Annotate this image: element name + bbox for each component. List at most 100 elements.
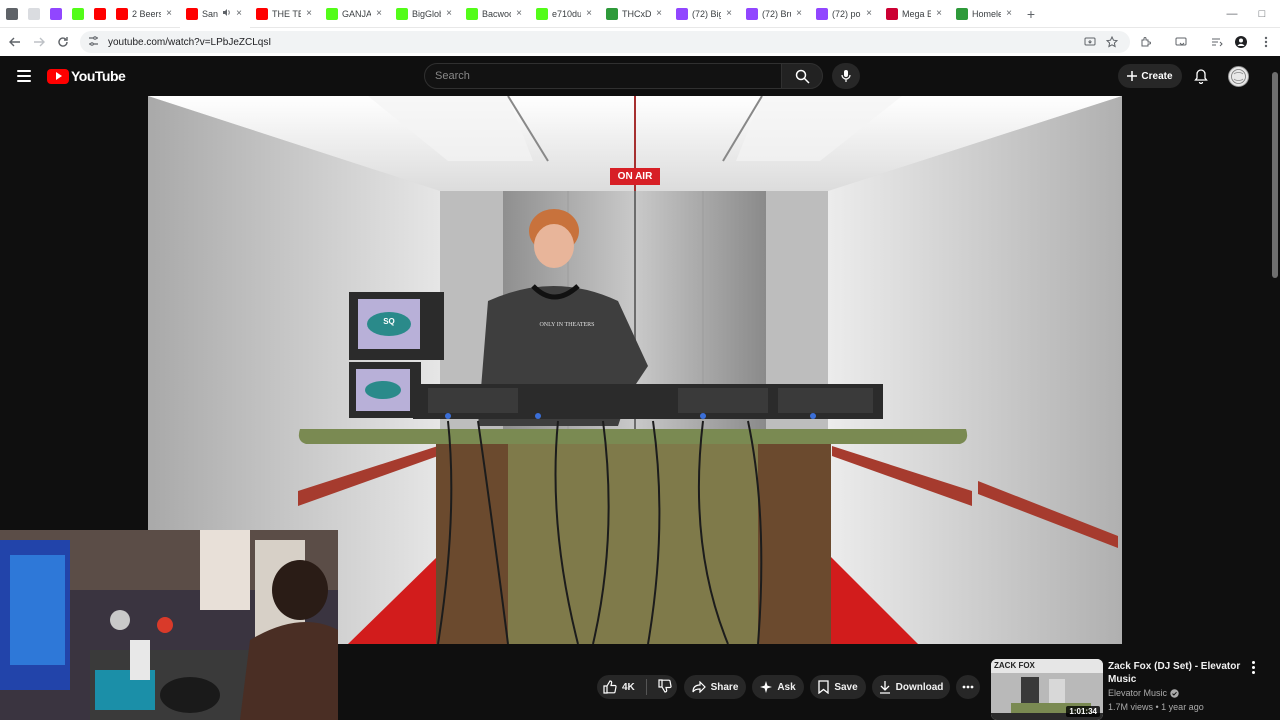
restore-icon[interactable]: □	[1244, 0, 1280, 28]
channel-name: Elevator Music	[1108, 688, 1168, 698]
download-icon	[879, 681, 890, 694]
site-info-icon[interactable]	[88, 35, 102, 49]
plus-icon	[1127, 71, 1138, 81]
youtube-icon	[116, 7, 128, 20]
browser-tab[interactable]: 2 Beers ×	[110, 0, 180, 28]
dislike-button[interactable]	[658, 678, 672, 696]
microphone-icon	[841, 70, 851, 82]
close-tab-icon[interactable]: ×	[864, 8, 874, 19]
extensions-icon[interactable]	[1134, 30, 1158, 54]
tab-title: Mega E	[902, 8, 931, 19]
up-next-more-icon[interactable]	[1247, 660, 1259, 674]
tab-title: (72) po	[832, 8, 861, 19]
browser-tab[interactable]: Mega E ×	[880, 0, 950, 28]
verified-icon	[1170, 688, 1179, 698]
close-tab-icon[interactable]: ×	[934, 8, 944, 19]
close-tab-icon[interactable]: ×	[654, 8, 664, 19]
speaker-icon[interactable]	[222, 8, 231, 19]
close-tab-icon[interactable]: ×	[1004, 8, 1014, 19]
browser-tab[interactable]: Homele ×	[950, 0, 1020, 28]
kick-icon	[326, 7, 338, 20]
close-tab-icon[interactable]: ×	[304, 8, 314, 19]
reload-icon[interactable]	[51, 30, 75, 54]
download-label: Download	[895, 681, 944, 693]
close-tab-icon[interactable]: ×	[724, 8, 734, 19]
forward-icon[interactable]	[27, 30, 51, 54]
back-icon[interactable]	[3, 30, 27, 54]
up-next-thumb-text: ZACK FOX	[994, 661, 1035, 670]
user-avatar[interactable]	[1228, 66, 1249, 87]
kick-icon	[72, 7, 84, 20]
youtube-icon	[94, 7, 106, 20]
search-button[interactable]	[781, 63, 823, 89]
browser-tab[interactable]	[0, 0, 22, 28]
new-tab-button[interactable]: +	[1020, 0, 1042, 28]
browser-tab[interactable]: GANJA ×	[320, 0, 390, 28]
scrollbar-thumb[interactable]	[1272, 72, 1278, 278]
youtube-icon	[186, 7, 198, 20]
close-tab-icon[interactable]: ×	[514, 8, 524, 19]
youtube-header: YouTube Search Create	[0, 56, 1280, 96]
browser-tab[interactable]: (72) Big ×	[670, 0, 740, 28]
browser-tab[interactable]	[44, 0, 66, 28]
browser-tab[interactable]: Bacwoo ×	[460, 0, 530, 28]
video-duration: 1:01:34	[1066, 706, 1100, 717]
ask-button[interactable]: Ask	[752, 675, 804, 699]
close-tab-icon[interactable]: ×	[444, 8, 454, 19]
share-label: Share	[710, 681, 739, 693]
share-button[interactable]: Share	[684, 675, 746, 699]
tab-title: e710du	[552, 8, 581, 19]
kick-green-icon	[956, 7, 968, 20]
tab-title: Bacwoo	[482, 8, 511, 19]
ask-label: Ask	[777, 681, 796, 693]
close-tab-icon[interactable]: ×	[794, 8, 804, 19]
voice-search-button[interactable]	[832, 63, 860, 89]
create-button[interactable]: Create	[1118, 64, 1182, 88]
youtube-play-icon	[47, 68, 69, 84]
browser-tab[interactable]	[22, 0, 44, 28]
close-tab-icon[interactable]: ×	[164, 8, 174, 19]
browser-tab[interactable]: THCxDu×	[600, 0, 670, 28]
close-tab-icon[interactable]: ×	[584, 8, 594, 19]
up-next-channel[interactable]: Elevator Music	[1108, 688, 1179, 698]
close-tab-icon[interactable]: ×	[374, 8, 384, 19]
browser-tab[interactable]	[66, 0, 88, 28]
save-button[interactable]: Save	[810, 675, 866, 699]
up-next-thumbnail[interactable]: ZACK FOX 1:01:34	[991, 659, 1103, 720]
like-button[interactable]: 4K	[603, 680, 635, 694]
share-icon	[691, 681, 706, 693]
profile-icon[interactable]	[1229, 30, 1253, 54]
page-scrollbar[interactable]	[1270, 56, 1280, 720]
media-control-icon[interactable]	[1169, 30, 1193, 54]
hamburger-menu-icon[interactable]	[12, 64, 36, 88]
notifications-bell-icon[interactable]	[1190, 64, 1212, 88]
browser-tab[interactable]	[88, 0, 110, 28]
youtube-logo[interactable]: YouTube	[47, 68, 126, 84]
browser-tab[interactable]: San ×	[180, 0, 250, 28]
address-bar[interactable]: youtube.com/watch?v=LPbJeZCLqsI	[80, 31, 1130, 53]
youtube-icon	[256, 7, 268, 20]
download-button[interactable]: Download	[872, 675, 950, 699]
search-input[interactable]: Search	[424, 63, 782, 89]
browser-menu-icon[interactable]	[1254, 30, 1278, 54]
tab-title: (72) Big	[692, 8, 721, 19]
browser-tab[interactable]: BigGlob ×	[390, 0, 460, 28]
more-actions-button[interactable]	[956, 675, 980, 699]
browser-tab[interactable]: (72) po ×	[810, 0, 880, 28]
browser-tab[interactable]: THE TEI×	[250, 0, 320, 28]
kick-icon	[536, 7, 548, 20]
up-next-title[interactable]: Zack Fox (DJ Set) - Elevator Music	[1108, 660, 1243, 686]
youtube-logo-text: YouTube	[71, 68, 126, 84]
kick-icon	[396, 7, 408, 20]
install-app-icon[interactable]	[1078, 30, 1102, 54]
on-air-sign: ON AIR	[617, 171, 653, 182]
like-count: 4K	[622, 681, 635, 693]
blank-icon	[28, 7, 40, 20]
view-count: 1.7M views	[1108, 702, 1154, 712]
up-next-meta: 1.7M views • 1 year ago	[1108, 702, 1204, 712]
browser-tab[interactable]: e710du ×	[530, 0, 600, 28]
close-tab-icon[interactable]: ×	[234, 8, 244, 19]
browser-tab[interactable]: (72) Bru×	[740, 0, 810, 28]
reading-list-icon[interactable]	[1205, 30, 1229, 54]
bookmark-star-icon[interactable]	[1100, 30, 1124, 54]
